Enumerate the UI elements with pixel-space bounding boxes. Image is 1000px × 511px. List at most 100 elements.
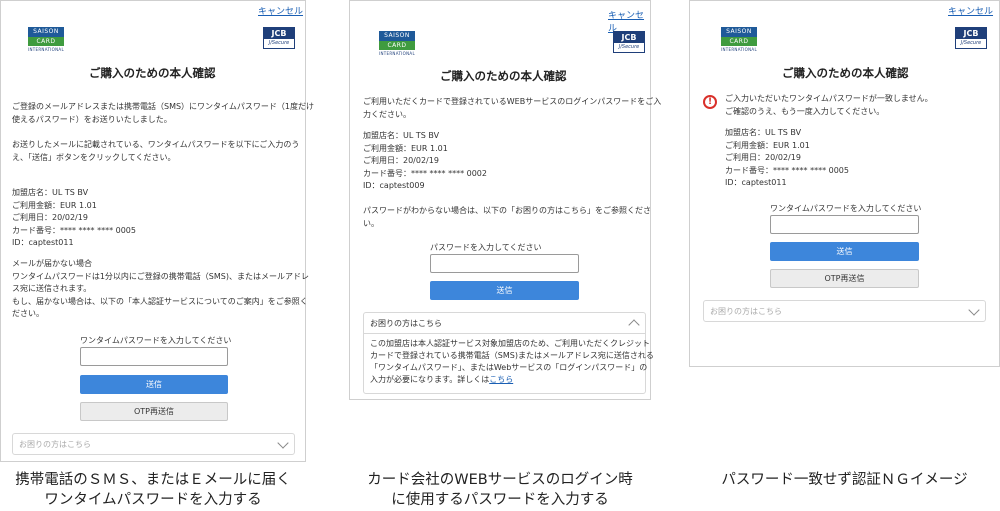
chevron-down-icon <box>968 304 980 316</box>
instruction-text: お送りしたメールに記載されている、ワンタイムパスワードを以下にご入力のう え、「… <box>12 139 299 164</box>
jcb-jsecure-logo: JCB J/Secure <box>613 31 645 53</box>
page-title: ご購入のための本人確認 <box>440 69 567 83</box>
caption-line: 携帯電話のＳＭＳ、またはＥメールに届く <box>15 472 291 488</box>
forgot-line: い。 <box>363 218 379 228</box>
mail-notice: メールが届かない場合 ワンタイムパスワードは1分以内にご登録の携帯電話（SMS)… <box>12 258 309 321</box>
details-link[interactable]: こちら <box>489 375 513 384</box>
password-input[interactable] <box>430 254 579 273</box>
detail-id: ID：captest011 <box>12 238 74 247</box>
jcb-logo-top: JCB <box>264 28 294 39</box>
help-body-line: 入力が必要になります。詳しくはこちら <box>370 374 654 386</box>
saison-logo-bottom: INTERNATIONAL <box>379 51 415 56</box>
notice-line: もし、届かない場合は、以下の「本人認証サービスについてのご案内」をご参照く <box>12 296 308 306</box>
caption-line: ワンタイムパスワードを入力する <box>44 492 262 508</box>
jcb-logo-top: JCB <box>956 28 986 39</box>
cancel-link[interactable]: キャンセル <box>258 4 303 17</box>
detail-merchant: 加盟店名：UL TS BV <box>363 131 440 140</box>
jcb-logo-bottom: J/Secure <box>618 44 640 50</box>
otp-resend-button[interactable]: OTP再送信 <box>80 402 228 421</box>
help-body: この加盟店は本人認証サービス対象加盟店のため、ご利用いただくクレジット カードで… <box>370 338 654 386</box>
saison-logo-bottom: INTERNATIONAL <box>28 47 64 52</box>
detail-date: ご利用日：20/02/19 <box>363 156 439 165</box>
intro-text: ご登録のメールアドレスまたは携帯電話（SMS）にワンタイムパスワード（1度だけ … <box>12 101 314 126</box>
notice-line: ス宛に送信されます。 <box>12 284 92 293</box>
transaction-details: 加盟店名：UL TS BV ご利用金額：EUR 1.01 ご利用日：20/02/… <box>12 187 136 250</box>
saison-logo-mid: CARD <box>379 41 415 50</box>
saison-card-logo: SAISON CARD INTERNATIONAL <box>379 31 415 61</box>
intro-line: ご登録のメールアドレスまたは携帯電話（SMS）にワンタイムパスワード（1度だけ <box>12 102 314 111</box>
transaction-details: 加盟店名：UL TS BV ご利用金額：EUR 1.01 ご利用日：20/02/… <box>725 127 849 190</box>
detail-card-number: カード番号：**** **** **** 0005 <box>12 225 136 235</box>
detail-amount: ご利用金額：EUR 1.01 <box>12 200 97 210</box>
detail-id: ID：captest009 <box>363 181 425 190</box>
detail-id: ID：captest011 <box>725 178 787 187</box>
detail-amount: ご利用金額：EUR 1.01 <box>363 143 448 153</box>
error-message: ご入力いただいたワンタイムパスワードが一致しません。 ご確認のうえ、もう一度入力… <box>725 93 933 118</box>
page-title: ご購入のための本人確認 <box>89 66 216 80</box>
chevron-down-icon <box>277 437 289 449</box>
submit-button[interactable]: 送信 <box>430 281 579 300</box>
instruction-line: え、「送信」ボタンをクリックしてください。 <box>12 152 176 162</box>
caption-web-password: カード会社のWEBサービスのログイン時 に使用するパスワードを入力する <box>349 470 651 510</box>
help-body-line: 「ワンタイムパスワード」、またはWebサービスの「ログインパスワード」の <box>370 363 648 372</box>
saison-logo-top: SAISON <box>721 27 757 37</box>
help-accordion-expanded: お困りの方はこちら この加盟店は本人認証サービス対象加盟店のため、ご利用いただく… <box>363 312 654 394</box>
otp-resend-button[interactable]: OTP再送信 <box>770 269 919 288</box>
otp-input[interactable] <box>770 215 919 234</box>
help-accordion[interactable]: お困りの方はこちら <box>703 300 986 322</box>
submit-button[interactable]: 送信 <box>770 242 919 261</box>
saison-logo-top: SAISON <box>379 31 415 41</box>
help-body-text: 入力が必要になります。詳しくは <box>370 375 490 384</box>
help-accordion[interactable]: お困りの方はこちら <box>12 433 295 455</box>
help-accordion-header[interactable]: お困りの方はこちら <box>364 313 645 334</box>
cancel-link[interactable]: キャンセル <box>948 4 993 17</box>
caption-line: パスワード一致せず認証ＮＧイメージ <box>721 472 968 488</box>
transaction-details: 加盟店名：UL TS BV ご利用金額：EUR 1.01 ご利用日：20/02/… <box>363 130 487 193</box>
error-line: ご入力いただいたワンタイムパスワードが一致しません。 <box>725 94 933 103</box>
submit-button[interactable]: 送信 <box>80 375 228 394</box>
otp-input[interactable] <box>80 347 228 366</box>
detail-card-number: カード番号：**** **** **** 0002 <box>363 168 487 178</box>
saison-logo-mid: CARD <box>721 37 757 46</box>
saison-logo-top: SAISON <box>28 27 64 37</box>
detail-date: ご利用日：20/02/19 <box>725 153 801 162</box>
error-icon: ! <box>703 95 717 109</box>
page-title: ご購入のための本人確認 <box>782 66 909 80</box>
help-body-line: カードで登録されている携帯電話（SMS)またはメールアドレス宛に送信される <box>370 351 654 360</box>
panel-web-password: キャンセル SAISON CARD INTERNATIONAL JCB J/Se… <box>349 0 661 400</box>
forgot-password-text: パスワードがわからない場合は、以下の「お困りの方はこちら」をご参照くださ い。 <box>363 205 651 230</box>
intro-line: ご利用いただくカードで登録されているWEBサービスのログインパスワードをご入 <box>363 97 662 106</box>
detail-date: ご利用日：20/02/19 <box>12 213 88 222</box>
jcb-logo-bottom: J/Secure <box>268 40 290 46</box>
notice-line: メールが届かない場合 <box>12 259 92 268</box>
password-input-label: パスワードを入力してください <box>430 243 542 252</box>
jcb-logo-top: JCB <box>614 32 644 43</box>
caption-sms-otp: 携帯電話のＳＭＳ、またはＥメールに届く ワンタイムパスワードを入力する <box>0 470 306 510</box>
notice-line: ださい。 <box>12 309 44 318</box>
help-accordion-label: お困りの方はこちら <box>710 307 782 316</box>
detail-card-number: カード番号：**** **** **** 0005 <box>725 165 849 175</box>
caption-line: カード会社のWEBサービスのログイン時 <box>367 472 633 488</box>
caption-auth-error: パスワード一致せず認証ＮＧイメージ <box>689 470 1000 490</box>
saison-card-logo: SAISON CARD INTERNATIONAL <box>28 27 64 57</box>
saison-logo-bottom: INTERNATIONAL <box>721 47 757 52</box>
error-line: ご確認のうえ、もう一度入力してください。 <box>725 106 885 116</box>
panel-sms-otp: キャンセル SAISON CARD INTERNATIONAL JCB J/Se… <box>0 0 314 462</box>
intro-text: ご利用いただくカードで登録されているWEBサービスのログインパスワードをご入 力… <box>363 96 661 121</box>
instruction-line: お送りしたメールに記載されている、ワンタイムパスワードを以下にご入力のう <box>12 140 300 149</box>
jcb-jsecure-logo: JCB J/Secure <box>263 27 295 49</box>
detail-amount: ご利用金額：EUR 1.01 <box>725 140 810 150</box>
otp-input-label: ワンタイムパスワードを入力してください <box>80 336 232 345</box>
caption-line: に使用するパスワードを入力する <box>391 492 609 508</box>
help-accordion-label: お困りの方はこちら <box>19 440 91 449</box>
detail-merchant: 加盟店名：UL TS BV <box>12 188 89 197</box>
saison-logo-mid: CARD <box>28 37 64 46</box>
intro-line: 使えるパスワード）をお送りいたしました。 <box>12 114 172 124</box>
jcb-logo-bottom: J/Secure <box>960 40 982 46</box>
otp-input-label: ワンタイムパスワードを入力してください <box>770 204 922 213</box>
jcb-jsecure-logo: JCB J/Secure <box>955 27 987 49</box>
panel-auth-error: キャンセル SAISON CARD INTERNATIONAL JCB J/Se… <box>689 0 1000 367</box>
help-accordion-label: お困りの方はこちら <box>370 319 442 328</box>
detail-merchant: 加盟店名：UL TS BV <box>725 128 802 137</box>
notice-line: ワンタイムパスワードは1分以内にご登録の携帯電話（SMS)、またはメールアドレ <box>12 271 309 281</box>
